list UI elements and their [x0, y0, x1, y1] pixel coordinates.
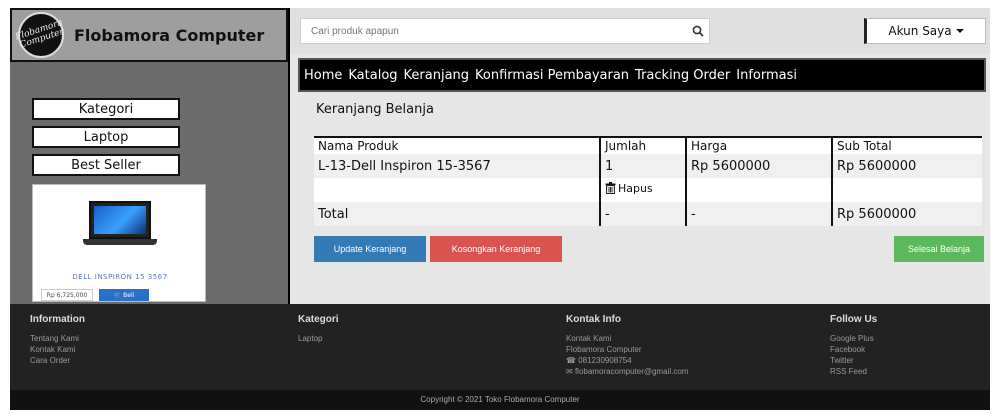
brand-name: Flobamora Computer: [74, 25, 265, 45]
footer-link-tentang-kami[interactable]: Tentang Kami: [30, 333, 85, 344]
item-qty[interactable]: 1: [599, 154, 686, 178]
item-subtotal: Rp 5600000: [831, 154, 982, 178]
copyright: Copyright © 2021 Toko Flobamora Computer: [10, 390, 990, 410]
footer-link-cara-order[interactable]: Cara Order: [30, 355, 85, 366]
footer-link-laptop[interactable]: Laptop: [298, 333, 339, 344]
search-input[interactable]: [300, 18, 710, 44]
product-price: Rp 6,725,000: [41, 289, 93, 301]
empty-cart-button[interactable]: Kosongkan Keranjang: [430, 236, 562, 262]
total-price: -: [685, 202, 832, 226]
logo-text: Flobamora Computer: [14, 17, 66, 51]
mail-icon: ✉: [566, 367, 573, 376]
email-address[interactable]: flobamoracomputer@gmail.com: [575, 367, 689, 376]
main-nav: Home Katalog Keranjang Konfirmasi Pembay…: [298, 58, 986, 92]
nav-keranjang[interactable]: Keranjang: [404, 68, 470, 83]
footer-follow: Follow Us Google Plus Facebook Twitter R…: [830, 314, 877, 377]
footer-link-facebook[interactable]: Facebook: [830, 344, 877, 355]
sidebar: Flobamora Computer Flobamora Computer Ka…: [10, 8, 288, 304]
table-row: Hapus: [314, 178, 982, 202]
total-qty: -: [599, 202, 686, 226]
column-header-price: Harga: [685, 136, 832, 154]
product-name[interactable]: DELL INSPIRON 15 3567: [33, 273, 207, 281]
footer-link-google-plus[interactable]: Google Plus: [830, 333, 877, 344]
brand-logo: Flobamora Computer: [14, 12, 66, 58]
footer-heading: Follow Us: [830, 314, 878, 325]
buy-label: Beli: [123, 291, 135, 299]
account-label: Akun Saya: [888, 24, 952, 38]
laptop-image: [83, 201, 157, 247]
product-card[interactable]: DELL INSPIRON 15 3567 Rp 6,725,000 🛒 Bel…: [32, 184, 206, 302]
nav-informasi[interactable]: Informasi: [736, 68, 797, 83]
footer-email[interactable]: ✉ flobamoracomputer@gmail.com: [566, 366, 688, 377]
footer-information: Information Tentang Kami Kontak Kami Car…: [30, 314, 85, 366]
buy-button[interactable]: 🛒 Beli: [99, 289, 149, 301]
footer-heading: Information: [30, 314, 85, 325]
search-button[interactable]: [686, 18, 710, 44]
finish-shopping-button[interactable]: Selesai Belanja: [894, 236, 984, 262]
sidebar-item-best-seller[interactable]: Best Seller: [32, 154, 180, 176]
item-name: L-13-Dell Inspiron 15-3567: [314, 154, 600, 178]
item-price: Rp 5600000: [685, 154, 832, 178]
caret-down-icon: [955, 29, 964, 33]
update-cart-button[interactable]: Update Keranjang: [314, 236, 426, 262]
footer-company-name: Flobamora Computer: [566, 345, 642, 354]
top-bar: Akun Saya: [290, 8, 990, 54]
column-header-product: Nama Produk: [314, 136, 600, 154]
nav-tracking-order[interactable]: Tracking Order: [635, 68, 730, 83]
column-header-subtotal: Sub Total: [831, 136, 982, 154]
footer-phone: ☎ 081230908754: [566, 355, 688, 366]
total-label: Total: [314, 202, 600, 226]
footer-kontak-kami: Kontak Kami: [566, 334, 612, 343]
footer: Information Tentang Kami Kontak Kami Car…: [10, 304, 990, 390]
delete-item-button[interactable]: Hapus: [605, 182, 653, 195]
total-row: Total - - Rp 5600000: [314, 202, 982, 226]
cart-table: Nama Produk Jumlah Harga Sub Total L-13-…: [314, 136, 982, 226]
cart-icon: 🛒: [113, 291, 122, 299]
footer-kategori: Kategori Laptop: [298, 314, 339, 344]
nav-katalog[interactable]: Katalog: [348, 68, 397, 83]
footer-link-twitter[interactable]: Twitter: [830, 355, 877, 366]
column-header-qty: Jumlah: [599, 136, 686, 154]
sidebar-item-kategori[interactable]: Kategori: [32, 98, 180, 120]
phone-number: 081230908754: [578, 356, 632, 365]
brand-header[interactable]: Flobamora Computer Flobamora Computer: [10, 8, 288, 62]
page-title: Keranjang Belanja: [316, 102, 434, 117]
sidebar-item-laptop[interactable]: Laptop: [32, 126, 180, 148]
trash-icon: [605, 182, 616, 195]
nav-konfirmasi-pembayaran[interactable]: Konfirmasi Pembayaran: [475, 68, 629, 83]
page-frame: Flobamora Computer Flobamora Computer Ka…: [10, 8, 990, 410]
footer-link-kontak-kami[interactable]: Kontak Kami: [30, 344, 85, 355]
account-dropdown[interactable]: Akun Saya: [864, 18, 986, 44]
footer-link-rss-feed[interactable]: RSS Feed: [830, 366, 877, 377]
footer-kontak: Kontak Info Kontak Kami Flobamora Comput…: [566, 314, 688, 377]
search-icon: [692, 25, 704, 37]
main-content: Akun Saya Home Katalog Keranjang Konfirm…: [290, 8, 990, 304]
table-row: L-13-Dell Inspiron 15-3567 1 Rp 5600000 …: [314, 154, 982, 178]
nav-home[interactable]: Home: [304, 68, 342, 83]
delete-label: Hapus: [618, 181, 653, 195]
footer-heading: Kategori: [298, 314, 339, 325]
table-header-row: Nama Produk Jumlah Harga Sub Total: [314, 136, 982, 154]
phone-icon: ☎: [566, 356, 576, 365]
footer-heading: Kontak Info: [566, 314, 621, 325]
total-value: Rp 5600000: [831, 202, 982, 226]
